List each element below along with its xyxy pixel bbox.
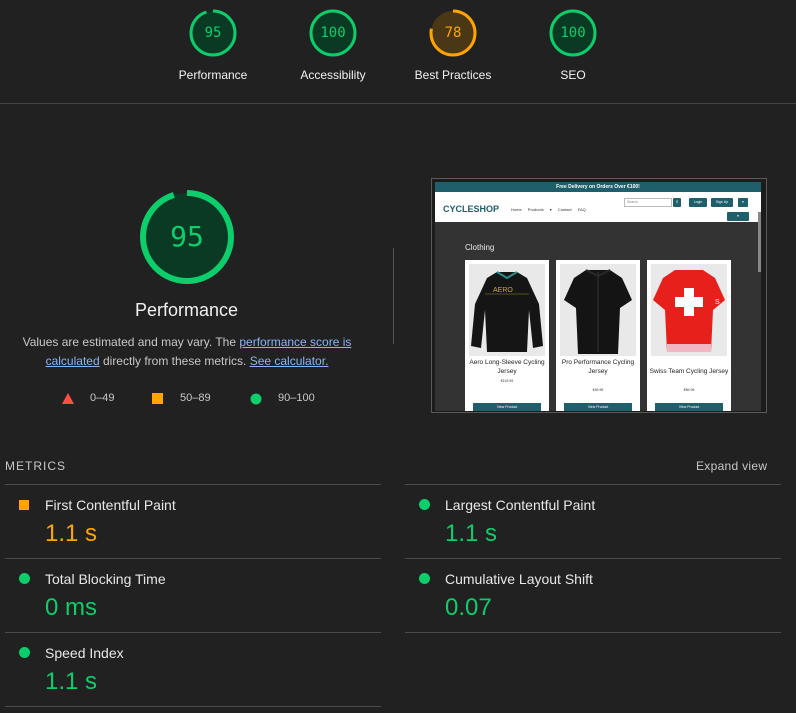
expand-view-toggle[interactable]: Expand view [696, 459, 767, 473]
circle-icon [419, 573, 430, 584]
divider [405, 484, 781, 485]
gauge-ring: 100 [308, 8, 358, 58]
performance-note: Values are estimated and may vary. The p… [12, 333, 362, 371]
product-price: €49.99 [592, 388, 604, 392]
gauge-ring: 100 [548, 8, 598, 58]
circle-icon [419, 499, 430, 510]
site-signup-button: Sign Up [711, 198, 733, 207]
note-text: directly from these metrics. [99, 354, 250, 368]
product-name: Swiss Team Cycling Jersey [649, 368, 729, 375]
view-product-button: View Product [655, 403, 723, 411]
note-text: Values are estimated and may vary. The [22, 335, 240, 349]
triangle-icon [62, 393, 74, 404]
nav-link-faq: FAQ [577, 207, 586, 212]
metric-first-contentful-paint: First Contentful Paint 1.1 s [5, 497, 365, 563]
metric-cumulative-layout-shift: Cumulative Layout Shift 0.07 [405, 571, 765, 637]
metric-value: 1.1 s [45, 520, 98, 547]
gauge-score: 95 [204, 25, 222, 41]
divider [393, 248, 394, 344]
metric-value: 1.1 s [445, 520, 498, 547]
metric-value: 0.07 [445, 594, 492, 621]
gauge-label: Performance [178, 68, 248, 82]
site-category-heading: Clothing [465, 243, 495, 252]
product-name: Pro Performance Cycling Jersey [561, 359, 635, 375]
metric-largest-contentful-paint: Largest Contentful Paint 1.1 s [405, 497, 765, 563]
site-cart-icon: ▾ [727, 212, 749, 221]
performance-gauge: 95 [138, 188, 236, 286]
gauge-best-practices[interactable]: 78 Best Practices [403, 8, 503, 82]
divider [5, 484, 381, 485]
metric-name: Total Blocking Time [45, 571, 166, 587]
product-card: Pro Performance Cycling Jersey €49.99 Vi… [556, 260, 640, 411]
screenshot-scrollbar [758, 212, 761, 272]
gauge-ring: 78 [428, 8, 478, 58]
gauge-score: 100 [320, 25, 346, 41]
square-icon [152, 393, 163, 404]
circle-icon [250, 393, 262, 405]
gauge-ring: 95 [188, 8, 238, 58]
gauge-score: 100 [560, 25, 586, 41]
product-card: S Swiss Team Cycling Jersey €89.99 View … [647, 260, 731, 411]
square-icon [19, 500, 29, 510]
gauge-accessibility[interactable]: 100 Accessibility [283, 8, 383, 82]
product-image [560, 264, 636, 356]
site-nav-links: Home Products ▾ Contact FAQ [511, 207, 586, 212]
svg-text:AERO: AERO [493, 287, 513, 294]
delivery-banner: Free Delivery on Orders Over €100! [435, 182, 761, 192]
metric-name: Speed Index [45, 645, 124, 661]
nav-link-home: Home [511, 207, 522, 212]
site-login-button: Login [689, 198, 707, 207]
product-image: AERO [469, 264, 545, 356]
metric-speed-index: Speed Index 1.1 s [5, 645, 365, 711]
view-product-button: View Product [564, 403, 632, 411]
gauge-performance[interactable]: 95 Performance [163, 8, 263, 82]
site-cart-icon: ▾ [738, 198, 748, 207]
circle-icon [19, 647, 30, 658]
gauge-seo[interactable]: 100 SEO [523, 8, 623, 82]
metrics-heading: METRICS [5, 459, 66, 473]
metric-total-blocking-time: Total Blocking Time 0 ms [5, 571, 365, 637]
metric-name: Cumulative Layout Shift [445, 571, 593, 587]
gauge-score: 78 [444, 25, 462, 41]
product-card: AERO Aero Long-Sleeve Cycling Jersey €11… [465, 260, 549, 411]
performance-score: 95 [170, 220, 204, 253]
site-logo: CYCLESHOP [443, 204, 500, 214]
performance-title: Performance [134, 300, 239, 320]
view-product-button: View Product [473, 403, 541, 411]
product-price: €89.99 [683, 388, 695, 392]
site-navbar: CYCLESHOP Home Products ▾ Contact FAQ Se… [435, 192, 761, 222]
gauge-label: SEO [560, 68, 586, 82]
product-price: €119.99 [500, 379, 514, 383]
nav-link-products: Products ▾ [527, 207, 552, 212]
svg-text:S: S [715, 299, 720, 306]
legend-range: 50–89 [180, 392, 211, 404]
product-name: Aero Long-Sleeve Cycling Jersey [469, 359, 545, 375]
metric-value: 1.1 s [45, 668, 98, 695]
product-image: S [651, 264, 727, 356]
metric-name: First Contentful Paint [45, 497, 176, 513]
screenshot-viewport: Free Delivery on Orders Over €100! CYCLE… [435, 182, 761, 411]
see-calculator-link[interactable]: See calculator. [250, 354, 329, 368]
page-screenshot[interactable]: Free Delivery on Orders Over €100! CYCLE… [431, 178, 767, 413]
divider [405, 558, 781, 559]
legend-range: 0–49 [90, 392, 115, 404]
divider [5, 706, 381, 707]
site-search-input: Search [624, 198, 672, 207]
legend-range: 90–100 [278, 392, 315, 404]
search-icon: ⚲ [673, 198, 681, 207]
gauge-label: Accessibility [300, 68, 366, 82]
circle-icon [19, 573, 30, 584]
gauge-label: Best Practices [414, 68, 492, 82]
divider [5, 558, 381, 559]
metric-value: 0 ms [45, 594, 98, 621]
nav-link-contact: Contact [557, 207, 572, 212]
metric-name: Largest Contentful Paint [445, 497, 596, 513]
divider [405, 632, 781, 633]
divider [5, 632, 381, 633]
category-gauges: 95 Performance 100 Accessibility 78 Best… [0, 0, 796, 104]
